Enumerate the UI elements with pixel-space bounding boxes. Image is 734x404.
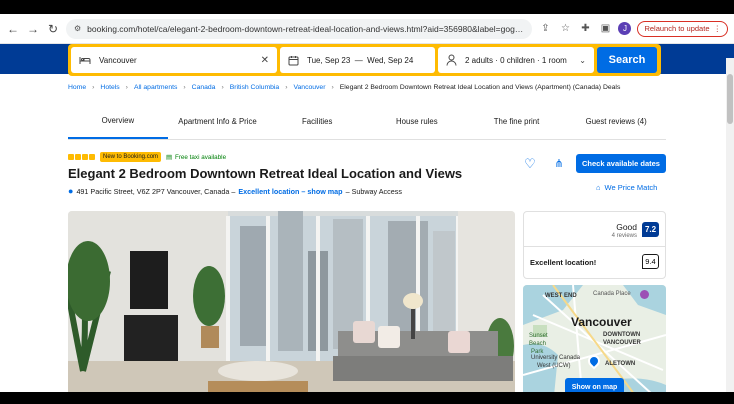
guests-value: 2 adults · 0 children · 1 room [465, 55, 567, 65]
property-title: Elegant 2 Bedroom Downtown Retreat Ideal… [68, 166, 463, 181]
breadcrumb-separator-icon: › [125, 84, 128, 91]
breadcrumb-british-columbia[interactable]: British Columbia [230, 84, 279, 91]
review-count: 4 reviews [611, 233, 637, 239]
browser-toolbar: ← → ↻ ⚙ booking.com/hotel/ca/elegant-2-b… [0, 14, 734, 44]
location-pin-icon: ● [68, 186, 74, 196]
breadcrumb-hotels[interactable]: Hotels [100, 84, 119, 91]
breadcrumb-canada[interactable]: Canada [192, 84, 216, 91]
breadcrumb-vancouver[interactable]: Vancouver [293, 84, 325, 91]
map-label-beach: Beach [529, 341, 547, 347]
address-text: 491 Pacific Street, V6Z 2P7 Vancouver, C… [76, 186, 236, 196]
guests-field[interactable]: 2 adults · 0 children · 1 room ⌄ [438, 47, 594, 73]
person-icon [446, 54, 457, 66]
review-summary[interactable]: Good 4 reviews 7.2 Excellent location! 9… [523, 211, 666, 279]
profile-avatar[interactable]: J [618, 22, 632, 35]
price-match-link[interactable]: ⌂ We Price Match [596, 183, 657, 192]
search-button[interactable]: Search [597, 47, 657, 73]
rating-square-icon [68, 154, 74, 160]
tab-overview[interactable]: Overview [68, 104, 168, 139]
tag-icon: ⌂ [596, 183, 601, 192]
share-page-icon[interactable]: ⇪ [538, 21, 552, 37]
map-label-downtown: DOWNTOWN [603, 332, 641, 338]
tab-house-rules[interactable]: House rules [367, 104, 467, 139]
rating-square-icon [82, 154, 88, 160]
show-on-map-button[interactable]: Show on map [565, 378, 624, 392]
location-rating-label: Excellent location! [530, 258, 597, 267]
tab-fine-print[interactable]: The fine print [467, 104, 567, 139]
living-room-image [68, 211, 515, 392]
map-label-vancouver: Vancouver [571, 315, 632, 329]
clear-destination-icon[interactable]: ✕ [261, 55, 269, 66]
breadcrumb-separator-icon: › [221, 84, 224, 91]
page-scrollbar[interactable] [726, 58, 734, 392]
extensions-icon[interactable]: ✚ [578, 21, 592, 37]
subway-text: – Subway Access [345, 186, 402, 196]
pin-marker-icon [640, 290, 649, 299]
price-match-label: We Price Match [604, 183, 658, 192]
property-badges: New to Booking.com ▤ Free taxi available [68, 152, 226, 162]
taxi-label: Free taxi available [174, 153, 227, 161]
show-map-link[interactable]: Excellent location – show map [238, 187, 342, 196]
destination-field[interactable]: Vancouver ✕ [71, 47, 277, 73]
check-dates-button[interactable]: Check available dates [576, 154, 666, 173]
location-map[interactable]: WEST END Canada Place Vancouver DOWNTOWN… [523, 285, 666, 392]
map-label-sunset: Sunset [529, 333, 548, 339]
rating-square-icon [75, 154, 81, 160]
back-icon[interactable]: ← [6, 21, 20, 37]
property-tabs: Overview Apartment Info & Price Faciliti… [68, 104, 666, 140]
rating-squares [68, 154, 95, 160]
breadcrumb-current: Elegant 2 Bedroom Downtown Retreat Ideal… [339, 84, 621, 91]
breadcrumb-separator-icon: › [285, 84, 288, 91]
relaunch-label: Relaunch to update [644, 24, 710, 33]
more-menu-icon: ⋮ [713, 24, 722, 33]
map-label-vancouver-small: VANCOUVER [603, 340, 641, 346]
bookmark-star-icon[interactable]: ☆ [558, 21, 572, 37]
review-divider [524, 246, 665, 247]
bed-icon [79, 57, 91, 64]
map-label-ucw: University Canada [531, 355, 581, 361]
rating-square-icon [89, 154, 95, 160]
scrollbar-thumb[interactable] [727, 74, 733, 124]
breadcrumb-separator-icon: › [92, 84, 95, 91]
location-score-badge: 9.4 [642, 254, 659, 269]
search-bar: Vancouver ✕ Tue, Sep 23 — Wed, Sep 24 2 … [68, 44, 661, 76]
dates-value: Tue, Sep 23 — Wed, Sep 24 [307, 55, 414, 65]
save-heart-icon[interactable]: ♡ [522, 156, 538, 172]
breadcrumb: Home › Hotels › All apartments › Canada … [68, 84, 620, 91]
address-bar[interactable]: ⚙ booking.com/hotel/ca/elegant-2-bedroom… [66, 18, 533, 39]
property-photo[interactable] [68, 211, 515, 392]
new-badge: New to Booking.com [100, 152, 162, 162]
map-label-canada-place: Canada Place [593, 291, 631, 297]
destination-input[interactable]: Vancouver [99, 56, 253, 65]
breadcrumb-home[interactable]: Home [68, 84, 86, 91]
browser-window: ← → ↻ ⚙ booking.com/hotel/ca/elegant-2-b… [0, 14, 734, 392]
breadcrumb-separator-icon: › [331, 84, 334, 91]
reload-icon[interactable]: ↻ [46, 21, 60, 37]
site-info-icon[interactable]: ⚙ [74, 24, 81, 33]
relaunch-button[interactable]: Relaunch to update ⋮ [637, 20, 728, 37]
map-label-aletown: ALETOWN [605, 361, 636, 367]
forward-icon[interactable]: → [26, 21, 40, 37]
taxi-badge: ▤ Free taxi available [166, 154, 226, 161]
tab-apartment-info[interactable]: Apartment Info & Price [168, 104, 268, 139]
tab-facilities[interactable]: Facilities [267, 104, 367, 139]
map-label-west-end: WEST END [545, 293, 577, 299]
side-panel-icon[interactable]: ▣ [598, 21, 612, 37]
breadcrumb-apartments[interactable]: All apartments [134, 84, 177, 91]
breadcrumb-separator-icon: › [183, 84, 186, 91]
calendar-icon [288, 55, 299, 65]
url-text: booking.com/hotel/ca/elegant-2-bedroom-d… [87, 23, 525, 34]
chevron-down-icon: ⌄ [579, 55, 586, 65]
rating-word: Good [616, 222, 637, 232]
share-icon[interactable]: ⋔ [551, 156, 567, 172]
tab-guest-reviews[interactable]: Guest reviews (4) [566, 104, 666, 139]
property-address: ● 491 Pacific Street, V6Z 2P7 Vancouver,… [68, 186, 402, 196]
taxi-icon: ▤ [166, 153, 172, 161]
review-score-badge: 7.2 [642, 222, 659, 237]
dates-field[interactable]: Tue, Sep 23 — Wed, Sep 24 [280, 47, 435, 73]
map-label-ucw-2: West (UCW) [537, 363, 571, 369]
